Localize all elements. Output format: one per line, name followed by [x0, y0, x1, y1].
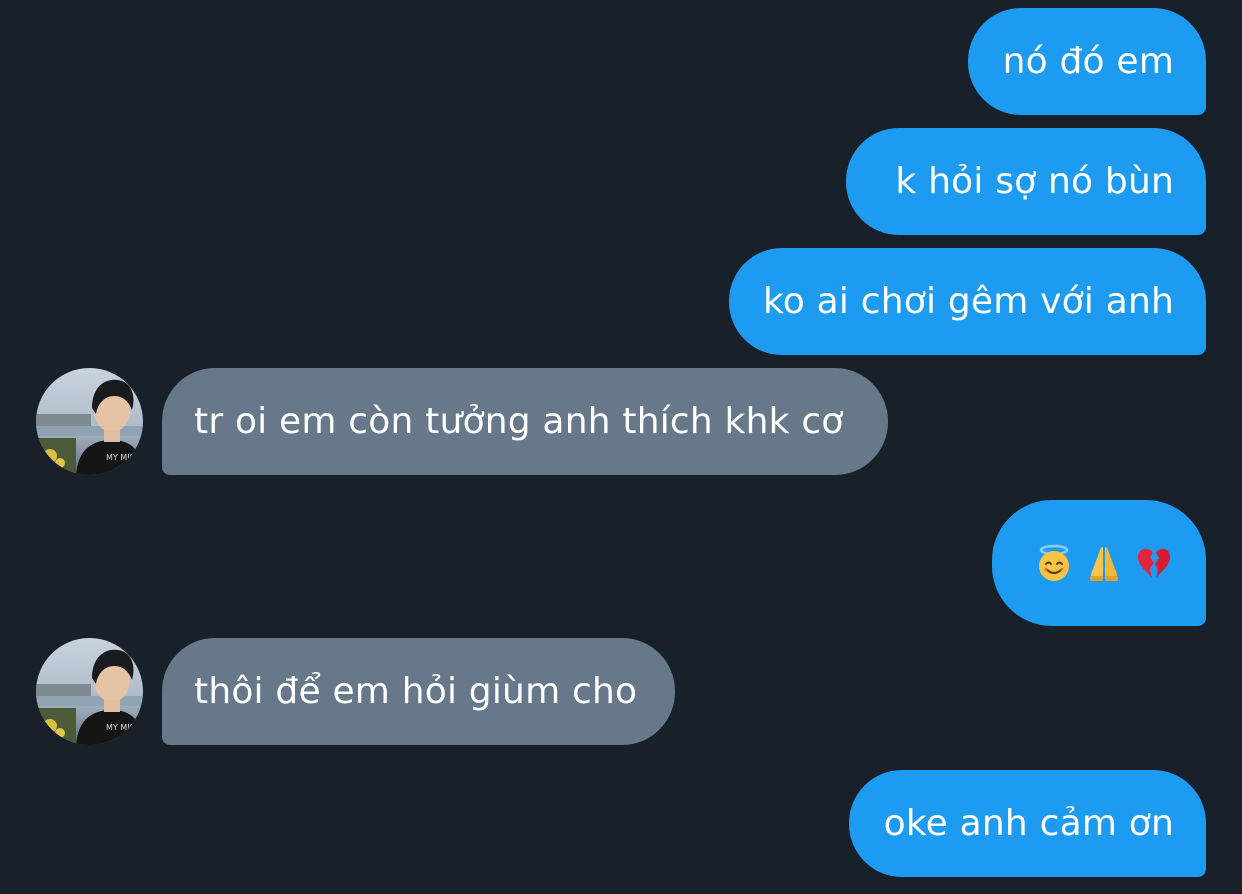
message-text: nó đó em [1002, 41, 1174, 82]
message-text: thôi để em hỏi giùm cho [194, 671, 638, 712]
svg-text:MY MISSION: MY MISSION [106, 723, 143, 732]
smiling-face-with-halo-icon [1039, 544, 1069, 581]
message-text: tr oi em còn tưởng anh thích khk cơ [194, 401, 844, 442]
message-bubble-incoming[interactable]: thôi để em hỏi giùm cho [162, 638, 675, 745]
svg-text:MY MISSION: MY MISSION [106, 453, 143, 462]
message-emoji-row [1034, 543, 1174, 583]
broken-heart-icon [1138, 548, 1170, 578]
message-text: ko ai chơi gêm với anh [763, 281, 1174, 322]
message-bubble-outgoing[interactable]: k hỏi sợ nó bùn [846, 128, 1206, 235]
message-text: k hỏi sợ nó bùn [895, 161, 1174, 202]
message-bubble-outgoing[interactable]: oke anh cảm ơn [849, 770, 1206, 877]
message-bubble-incoming[interactable]: tr oi em còn tưởng anh thích khk cơ [162, 368, 888, 475]
message-bubble-outgoing[interactable] [992, 500, 1206, 626]
conversation-thread: nó đó em k hỏi sợ nó bùn ko ai chơi gêm … [0, 0, 1242, 894]
sender-avatar[interactable]: MY MISSION [36, 638, 143, 745]
message-bubble-outgoing[interactable]: nó đó em [968, 8, 1206, 115]
message-text: oke anh cảm ơn [883, 803, 1174, 844]
folded-hands-icon [1090, 547, 1118, 581]
message-bubble-outgoing[interactable]: ko ai chơi gêm với anh [729, 248, 1206, 355]
sender-avatar[interactable]: MY MISSION [36, 368, 143, 475]
